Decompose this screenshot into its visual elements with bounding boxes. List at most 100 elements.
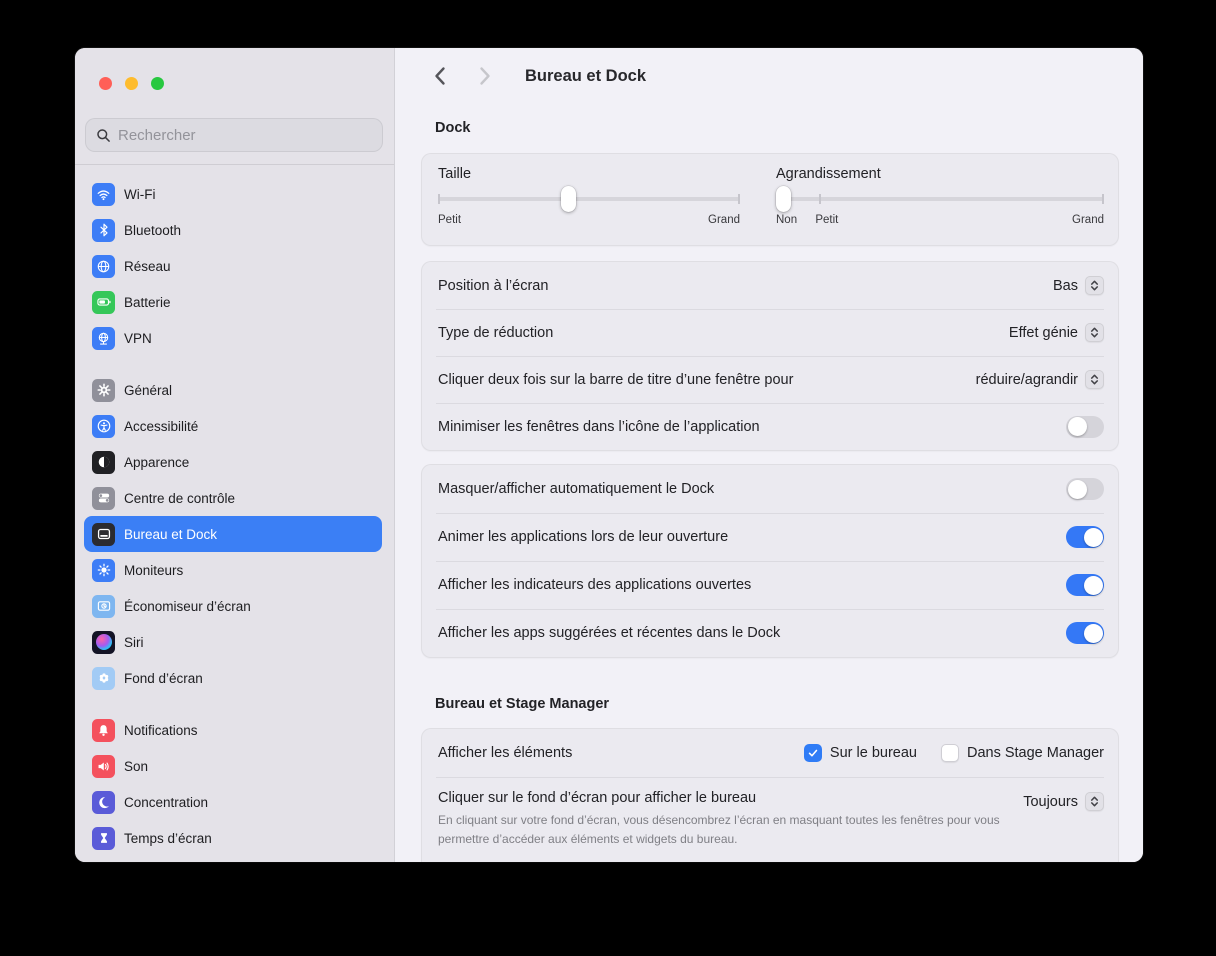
stepper-icon [1085,370,1104,389]
sidebar-item-label: Réseau [124,258,171,274]
click-wallpaper-select[interactable]: Toujours [1023,792,1104,811]
content-header: Bureau et Dock [395,48,1143,104]
checkbox-unchecked-icon[interactable] [940,744,959,762]
section-title-stage-manager: Bureau et Stage Manager [435,696,610,712]
agrandissement-min-label: Petit [815,214,839,226]
row-animer-apps: Animer les applications lors de leur ouv… [422,513,1118,561]
sidebar-divider [75,164,394,165]
sidebar-item-centre-de-controle[interactable]: Centre de contrôle [84,480,382,516]
sidebar-item-label: Apparence [124,454,190,470]
sidebar-item-bureau-et-dock[interactable]: Bureau et Dock [84,516,382,552]
sidebar-item-label: Bureau et Dock [124,526,218,542]
search-field[interactable] [85,118,383,152]
battery-icon [92,290,115,314]
globe-icon [92,254,115,278]
sidebar-item-reseau[interactable]: Réseau [84,248,382,284]
bluetooth-icon [92,218,115,242]
row-masquer-dock: Masquer/afficher automatiquement le Dock [422,465,1118,513]
autohide-dock-toggle[interactable] [1066,478,1104,500]
row-minimiser-icone-app: Minimiser les fenêtres dans l’icône de l… [422,403,1118,450]
sidebar-item-vpn[interactable]: VPN [84,320,382,356]
slider-thumb[interactable] [560,186,576,212]
row-position-ecran: Position à l’écran Bas [422,262,1118,309]
row-indicateurs-apps: Afficher les indicateurs des application… [422,561,1118,609]
minimize-effect-select[interactable]: Effet génie [1009,323,1104,342]
search-input[interactable] [118,126,372,144]
row-cliquer-fond-ecran: Cliquer sur le fond d’écran pour affiche… [422,777,1118,862]
sidebar-item-wifi[interactable]: Wi-Fi [84,176,382,212]
back-button[interactable] [429,65,449,87]
sidebar-nav: Wi-Fi Bluetooth Réseau Batterie VPN Géné… [84,176,382,862]
hourglass-icon [92,826,115,850]
sidebar-item-label: Général [124,382,173,398]
sidebar-item-label: Batterie [124,294,171,310]
titlebar-doubleclick-select[interactable]: réduire/agrandir [976,370,1104,389]
agrandissement-label: Agrandissement [776,166,881,182]
stepper-icon [1085,323,1104,342]
system-settings-window: Wi-Fi Bluetooth Réseau [75,48,1143,862]
sidebar-item-label: Fond d’écran [124,670,203,686]
wallpaper-flower-icon [92,666,115,690]
agrandissement-off-label: Non [776,214,798,226]
search-icon [96,128,111,143]
sidebar-item-son[interactable]: Son [84,748,382,784]
suggested-recent-apps-toggle[interactable] [1066,622,1104,644]
minimize-window-button[interactable] [125,77,138,90]
sidebar-item-batterie[interactable]: Batterie [84,284,382,320]
bell-icon [92,718,115,742]
row-afficher-elements: Afficher les éléments Sur le bureau Dans… [438,744,1104,762]
sidebar-item-label: Wi-Fi [124,186,156,202]
window-controls [99,77,164,90]
agrandissement-slider[interactable] [776,184,1104,214]
sidebar-item-siri[interactable]: Siri [84,624,382,660]
position-select[interactable]: Bas [1053,276,1104,295]
sidebar-item-general[interactable]: Général [84,372,382,408]
dock-sliders-card: Taille Petit Grand Agrandissement Non Pe… [421,153,1119,246]
setting-description: En cliquant sur votre fond d’écran, vous… [438,813,1000,846]
moon-icon [92,790,115,814]
sidebar-item-concentration[interactable]: Concentration [84,784,382,820]
open-indicators-toggle[interactable] [1066,574,1104,596]
sidebar-item-notifications[interactable]: Notifications [84,712,382,748]
minimize-into-app-toggle[interactable] [1066,415,1104,438]
forward-button[interactable] [475,65,495,87]
sidebar-item-label: Bluetooth [124,222,182,238]
stage-manager-card: Afficher les éléments Sur le bureau Dans… [421,728,1119,862]
zoom-window-button[interactable] [151,77,164,90]
content-pane: Bureau et Dock Dock Taille Petit Grand A… [395,48,1143,862]
taille-slider[interactable] [438,184,740,214]
animate-opening-toggle[interactable] [1066,526,1104,548]
taille-min-label: Petit [438,214,462,226]
sidebar-item-apparence[interactable]: Apparence [84,444,382,480]
sidebar-item-economiseur-ecran[interactable]: Économiseur d’écran [84,588,382,624]
dock-behavior-card: Masquer/afficher automatiquement le Dock… [421,464,1119,658]
slider-tick [818,194,821,204]
section-title-dock: Dock [435,120,471,136]
siri-icon [92,630,115,654]
sidebar-item-temps-ecran[interactable]: Temps d’écran [84,820,382,856]
sidebar-item-accessibilite[interactable]: Accessibilité [84,408,382,444]
sidebar-item-label: Concentration [124,794,209,810]
checkbox-dans-stage-manager[interactable]: Dans Stage Manager [940,744,1104,762]
checkbox-checked-icon[interactable] [803,744,822,762]
sidebar-item-label: Moniteurs [124,562,184,578]
slider-thumb[interactable] [776,186,791,212]
sidebar-item-bluetooth[interactable]: Bluetooth [84,212,382,248]
close-window-button[interactable] [99,77,112,90]
speaker-icon [92,754,115,778]
taille-max-label: Grand [708,214,740,226]
displays-sun-icon [92,558,115,582]
sidebar-item-label: Accessibilité [124,418,199,434]
row-double-clic-titre: Cliquer deux fois sur la barre de titre … [422,356,1118,403]
gear-icon [92,378,115,402]
stepper-icon [1085,276,1104,295]
page-title: Bureau et Dock [525,66,647,85]
taille-label: Taille [438,166,472,182]
sidebar-item-label: Économiseur d’écran [124,598,251,614]
checkbox-sur-le-bureau[interactable]: Sur le bureau [803,744,917,762]
sidebar-item-fond-ecran[interactable]: Fond d’écran [84,660,382,696]
row-apps-suggerees: Afficher les apps suggérées et récentes … [422,609,1118,657]
sidebar-item-moniteurs[interactable]: Moniteurs [84,552,382,588]
appearance-icon [92,450,115,474]
screensaver-icon [92,594,115,618]
